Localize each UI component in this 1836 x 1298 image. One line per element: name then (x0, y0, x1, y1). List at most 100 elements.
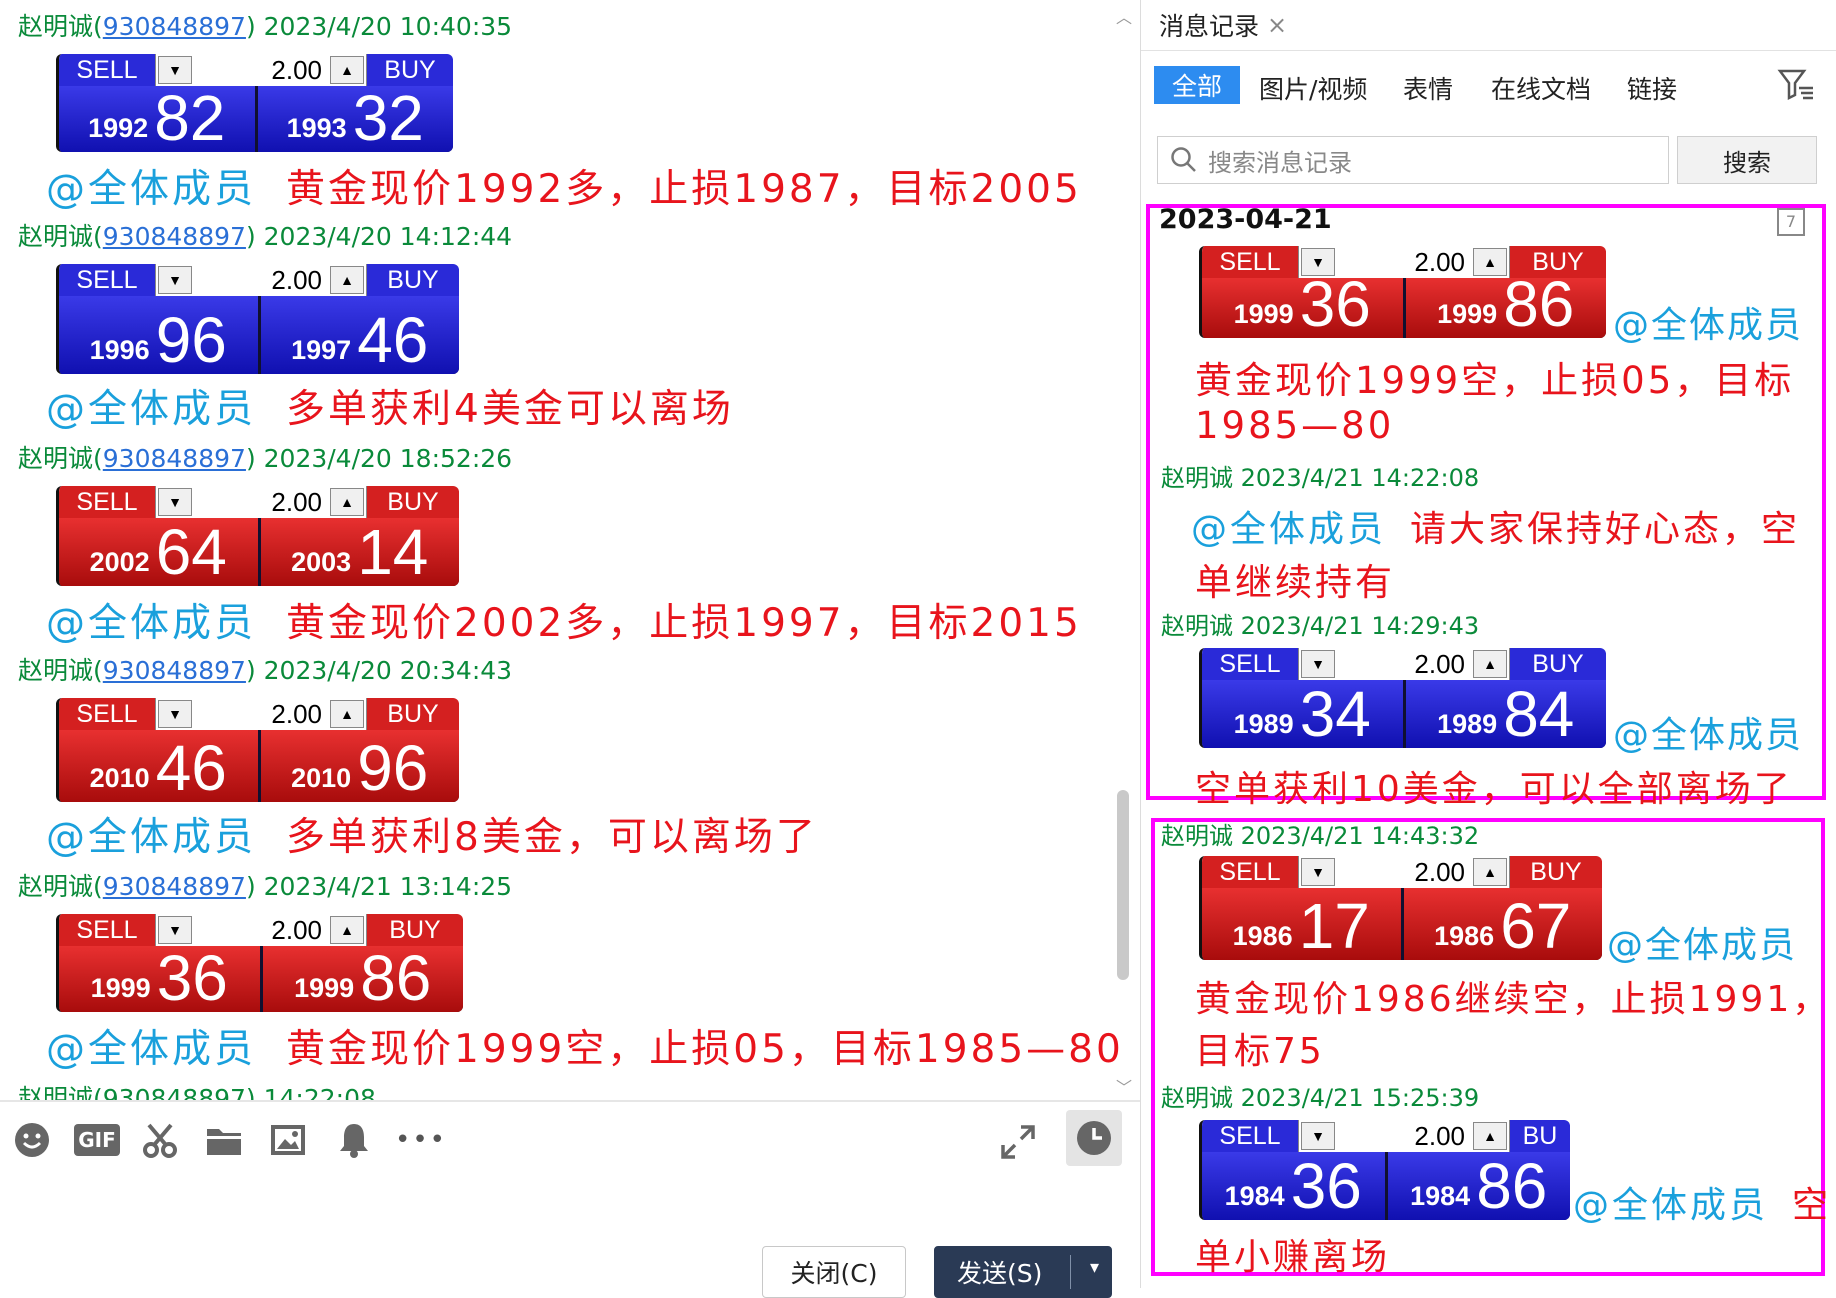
quote-widget: SELL ▼ 2.00 ▲ BUY 1992 82 1993 32 (56, 54, 453, 152)
message-body: 请大家保持好心态，空 (1410, 509, 1801, 550)
tab-all[interactable]: 全部 (1154, 66, 1240, 104)
expand-icon[interactable] (996, 1120, 1040, 1164)
tab-underline (1141, 50, 1297, 51)
message-meta: 赵明诚(930848897) 2023/4/20 18:52:26 (18, 444, 513, 473)
scissors-icon[interactable] (140, 1120, 180, 1160)
scrollbar-thumb[interactable] (1117, 790, 1129, 980)
emoji-icon[interactable] (12, 1120, 52, 1160)
more-icon[interactable]: ••• (395, 1120, 446, 1160)
sender-qq-link[interactable]: 930848897 (103, 12, 246, 41)
tab-links[interactable]: 链接 (1627, 70, 1677, 106)
quote-widget: SELL ▼ 2.00 ▲ BUY 1986 17 1986 67 (1199, 856, 1602, 960)
ask-pips: 67 (1500, 890, 1572, 960)
message-text: @全体成员 黄金现价1999空，止损05，目标1985—80 (46, 1026, 1124, 1074)
quote-widget: SELL ▼ 2.00 ▲ BUY 1999 36 1999 86 (1199, 246, 1606, 338)
message-time: 2023/4/21 13:14:25 (263, 872, 513, 901)
calendar-icon[interactable]: 7 (1777, 208, 1805, 236)
lot-up-arrow-icon: ▲ (330, 266, 364, 294)
folder-icon[interactable] (204, 1120, 244, 1160)
bid-pips: 46 (155, 732, 227, 802)
bid-pips: 96 (155, 304, 227, 374)
ask-pips: 86 (1476, 1150, 1548, 1220)
buy-label: BUY (387, 699, 439, 728)
mention[interactable]: @全体成员 (46, 815, 256, 860)
message-meta: 赵明诚(930848897) 2023/4/20 10:40:35 (18, 12, 513, 41)
sender-qq-link[interactable]: 930848897 (103, 656, 246, 685)
bid-prefix: 2010 (89, 763, 150, 793)
bid-prefix: 1999 (1233, 299, 1294, 329)
mention[interactable]: @全体成员 (1613, 296, 1803, 348)
scroll-down-icon[interactable]: ﹀ (1114, 1074, 1134, 1097)
mention[interactable]: @全体成员 (1613, 706, 1803, 758)
lot-down-arrow-icon: ▼ (1301, 858, 1335, 886)
ask-pips: 86 (360, 942, 432, 1012)
lot-down-arrow-icon: ▼ (1301, 650, 1335, 678)
scroll-up-icon[interactable]: ︿ (1114, 4, 1134, 27)
message-body: 单小赚离场 (1195, 1237, 1391, 1278)
ask-pips: 86 (1503, 268, 1575, 338)
bid-prefix: 1989 (1233, 709, 1294, 739)
mention[interactable]: @全体成员 (46, 167, 256, 212)
send-button[interactable]: 发送(S) ▾ (934, 1246, 1112, 1298)
history-title: 消息记录 (1159, 12, 1260, 41)
ask-pips: 46 (357, 304, 429, 374)
lot-size: 2.00 (271, 698, 322, 729)
mention[interactable]: @全体成员 (1573, 1185, 1768, 1226)
sender-qq-link[interactable]: 930848897 (103, 444, 246, 473)
ask-prefix: 2003 (291, 547, 352, 577)
mention[interactable]: @全体成员 (46, 387, 256, 432)
mention[interactable]: @全体成员 (46, 1027, 256, 1072)
ask-prefix: 1993 (286, 113, 347, 143)
message-body: 黄金现价2002多，止损1997，目标2015 (286, 601, 1082, 646)
bell-icon[interactable] (334, 1120, 374, 1160)
chat-messages-panel[interactable]: 赵明诚(930848897) 2023/4/20 10:40:35 SELL ▼ 2… (0, 0, 1140, 1100)
lot-up-arrow-icon: ▲ (1473, 248, 1507, 276)
history-clock-icon[interactable] (1066, 1110, 1122, 1166)
tab-images-videos[interactable]: 图片/视频 (1259, 70, 1367, 106)
message-body: 单继续持有 (1195, 561, 1395, 604)
ask-prefix: 1999 (1437, 299, 1498, 329)
history-tab[interactable]: 消息记录 × (1141, 0, 1297, 52)
close-button[interactable]: 关闭(C) (762, 1246, 906, 1298)
send-options-chevron-icon[interactable]: ▾ (1090, 1257, 1099, 1278)
message-body: 空单获利10美金，可以全部离场了 (1195, 769, 1793, 810)
buy-label: BUY (387, 487, 439, 516)
quote-widget: SELL ▼ 2.00 ▲ BU 1984 36 1984 86 (1199, 1120, 1570, 1220)
sender-qq-link[interactable]: 930848897 (103, 222, 246, 251)
ask-prefix: 1984 (1410, 1181, 1471, 1211)
message-text: @全体成员 黄金现价2002多，止损1997，目标2015 (46, 600, 1082, 648)
calendar-day: 7 (1785, 212, 1797, 231)
sell-label: SELL (76, 487, 138, 516)
bid-pips: 34 (1299, 678, 1371, 748)
close-tab-icon[interactable]: × (1267, 11, 1287, 39)
mention[interactable]: @全体成员 (1607, 916, 1797, 968)
input-divider (0, 1100, 1140, 1102)
message-meta: 赵明诚 2023/4/21 14:29:43 (1161, 612, 1480, 640)
message-text: @全体成员 多单获利4美金可以离场 (46, 386, 734, 434)
image-icon[interactable] (268, 1120, 308, 1160)
lot-up-arrow-icon: ▲ (1473, 650, 1507, 678)
message-meta: 赵明诚 2023/4/21 15:25:39 (1161, 1084, 1480, 1112)
gif-label: GIF (74, 1124, 120, 1156)
tab-online-docs[interactable]: 在线文档 (1491, 70, 1591, 106)
search-input[interactable]: 搜索消息记录 (1157, 136, 1669, 184)
filter-icon[interactable] (1777, 68, 1815, 106)
lot-up-arrow-icon: ▲ (1473, 858, 1507, 886)
mention[interactable]: @全体成员 (46, 601, 256, 646)
lot-up-arrow-icon: ▲ (330, 916, 364, 944)
quote-widget: SELL ▼ 2.00 ▲ BUY 1999 36 1999 86 (56, 914, 463, 1012)
message-meta-partial: 赵明诚(930848897) 14:22:08 (18, 1084, 376, 1100)
gif-icon[interactable]: GIF (74, 1120, 120, 1160)
sell-label: SELL (1219, 1121, 1281, 1150)
buy-label: BUY (1530, 857, 1582, 886)
search-button[interactable]: 搜索 (1677, 136, 1817, 184)
tab-stickers[interactable]: 表情 (1403, 70, 1453, 106)
bid-pips: 36 (1290, 1150, 1362, 1220)
ask-prefix: 1989 (1437, 709, 1498, 739)
mention[interactable]: @全体成员 (1191, 509, 1386, 550)
sender-name: 赵明诚 (18, 12, 94, 41)
sender-qq-link[interactable]: 930848897 (103, 872, 246, 901)
message-text: @全体成员空 (1573, 1176, 1831, 1228)
message-history-panel: 消息记录 × 全部 图片/视频 表情 在线文档 链接 搜索消息记录 搜索 202… (1140, 0, 1836, 1288)
lot-size: 2.00 (271, 54, 322, 85)
